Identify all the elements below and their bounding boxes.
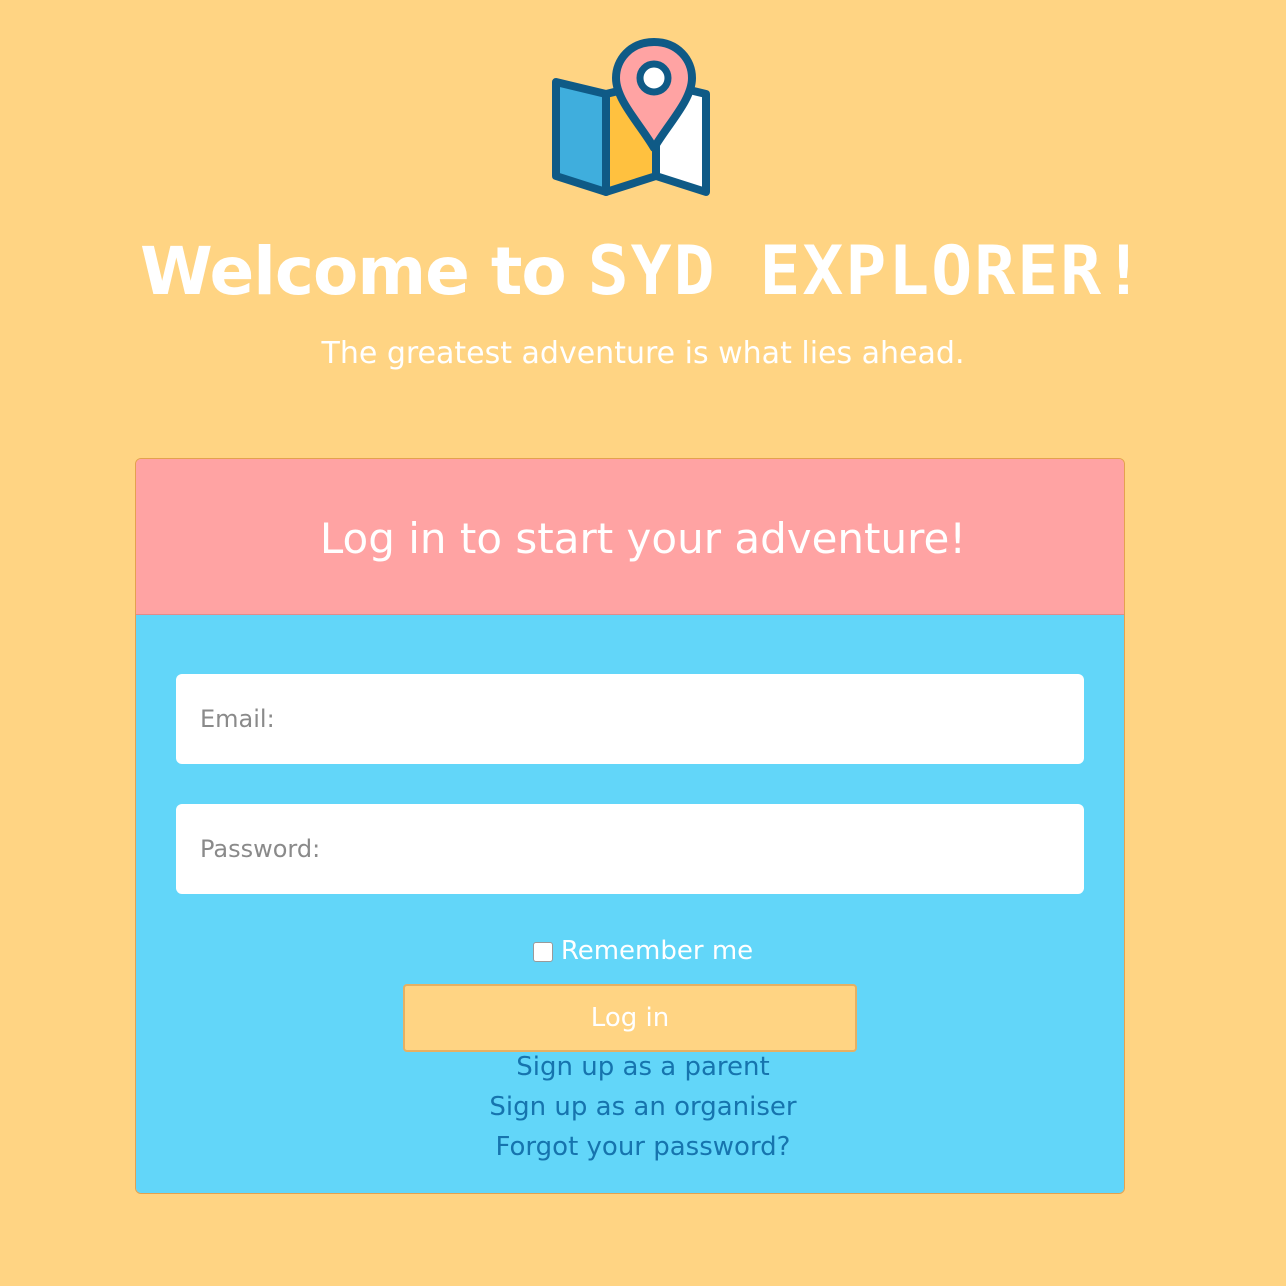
brand-name: SYD EXPLORER! bbox=[587, 232, 1146, 311]
remember-me: Remember me bbox=[0, 936, 1286, 966]
page-title: Welcome to SYD EXPLORER! bbox=[0, 232, 1286, 311]
map-pin-icon bbox=[552, 38, 710, 196]
forgot-password-link[interactable]: Forgot your password? bbox=[0, 1132, 1286, 1162]
signup-parent-link[interactable]: Sign up as a parent bbox=[0, 1052, 1286, 1082]
remember-me-checkbox[interactable] bbox=[532, 942, 553, 962]
email-input[interactable] bbox=[176, 674, 1084, 764]
page-subtitle: The greatest adventure is what lies ahea… bbox=[321, 336, 965, 371]
password-input[interactable] bbox=[176, 804, 1084, 894]
login-page: Welcome to SYD EXPLORER! The greatest ad… bbox=[0, 0, 1286, 1286]
signup-organiser-link[interactable]: Sign up as an organiser bbox=[0, 1092, 1286, 1122]
login-card-title: Log in to start your adventure! bbox=[319, 514, 967, 563]
login-button[interactable]: Log in bbox=[403, 984, 857, 1052]
remember-me-label[interactable]: Remember me bbox=[561, 936, 753, 966]
title-prefix: Welcome to bbox=[140, 233, 567, 310]
